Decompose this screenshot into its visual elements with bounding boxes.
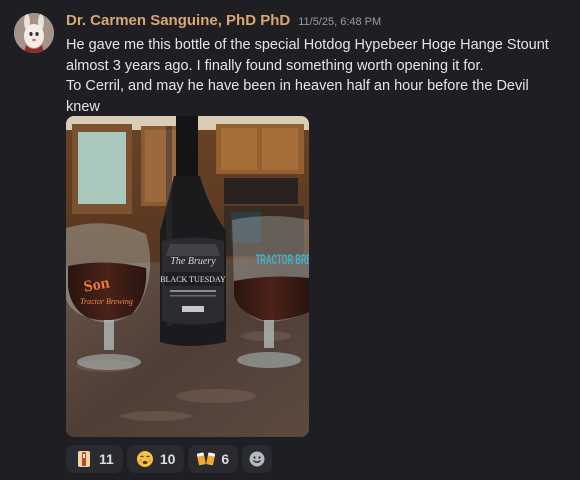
reactions-bar: 11 10 6 <box>66 445 273 473</box>
message-header: Dr. Carmen Sanguine, PhD PhD 11/5/25, 6:… <box>66 12 381 29</box>
message-line: He gave me this bottle of the special Ho… <box>66 37 549 53</box>
reaction-clinking-beer-mugs[interactable]: 6 <box>188 445 239 473</box>
reaction-beer-bottle[interactable]: 11 <box>66 445 123 473</box>
author-name[interactable]: Dr. Carmen Sanguine, PhD PhD <box>66 12 290 29</box>
message-timestamp[interactable]: 11/5/25, 6:48 PM <box>298 16 381 28</box>
avatar-image <box>14 13 54 53</box>
author-avatar[interactable] <box>14 13 54 53</box>
add-reaction-button[interactable] <box>242 445 273 473</box>
image-attachment[interactable]: Son Tractor Brewing The Bruery BLACK TUE… <box>66 116 309 437</box>
message-line: To Cerril, and may he have been in heave… <box>66 78 529 115</box>
reaction-tipsy-face[interactable]: 10 <box>126 445 185 473</box>
chat-message: Dr. Carmen Sanguine, PhD PhD 11/5/25, 6:… <box>0 0 580 480</box>
reaction-count: 6 <box>221 451 230 467</box>
right-glass-text: TRACTOR BREWING <box>256 253 309 268</box>
clinking-beer-mugs-icon <box>197 452 216 466</box>
tipsy-face-icon <box>136 451 153 467</box>
bottle-name-text: BLACK TUESDAY <box>160 275 226 284</box>
reaction-count: 10 <box>159 451 176 467</box>
add-reaction-icon <box>249 451 265 467</box>
reaction-count: 11 <box>99 451 114 467</box>
bottle-brand-text: The Bruery <box>170 256 216 267</box>
beer-photo: Son Tractor Brewing The Bruery BLACK TUE… <box>66 116 309 437</box>
left-glass-text: Tractor Brewing <box>80 297 133 306</box>
beer-bottle-icon <box>78 451 90 467</box>
message-line: almost 3 years ago. I finally found some… <box>66 57 484 74</box>
